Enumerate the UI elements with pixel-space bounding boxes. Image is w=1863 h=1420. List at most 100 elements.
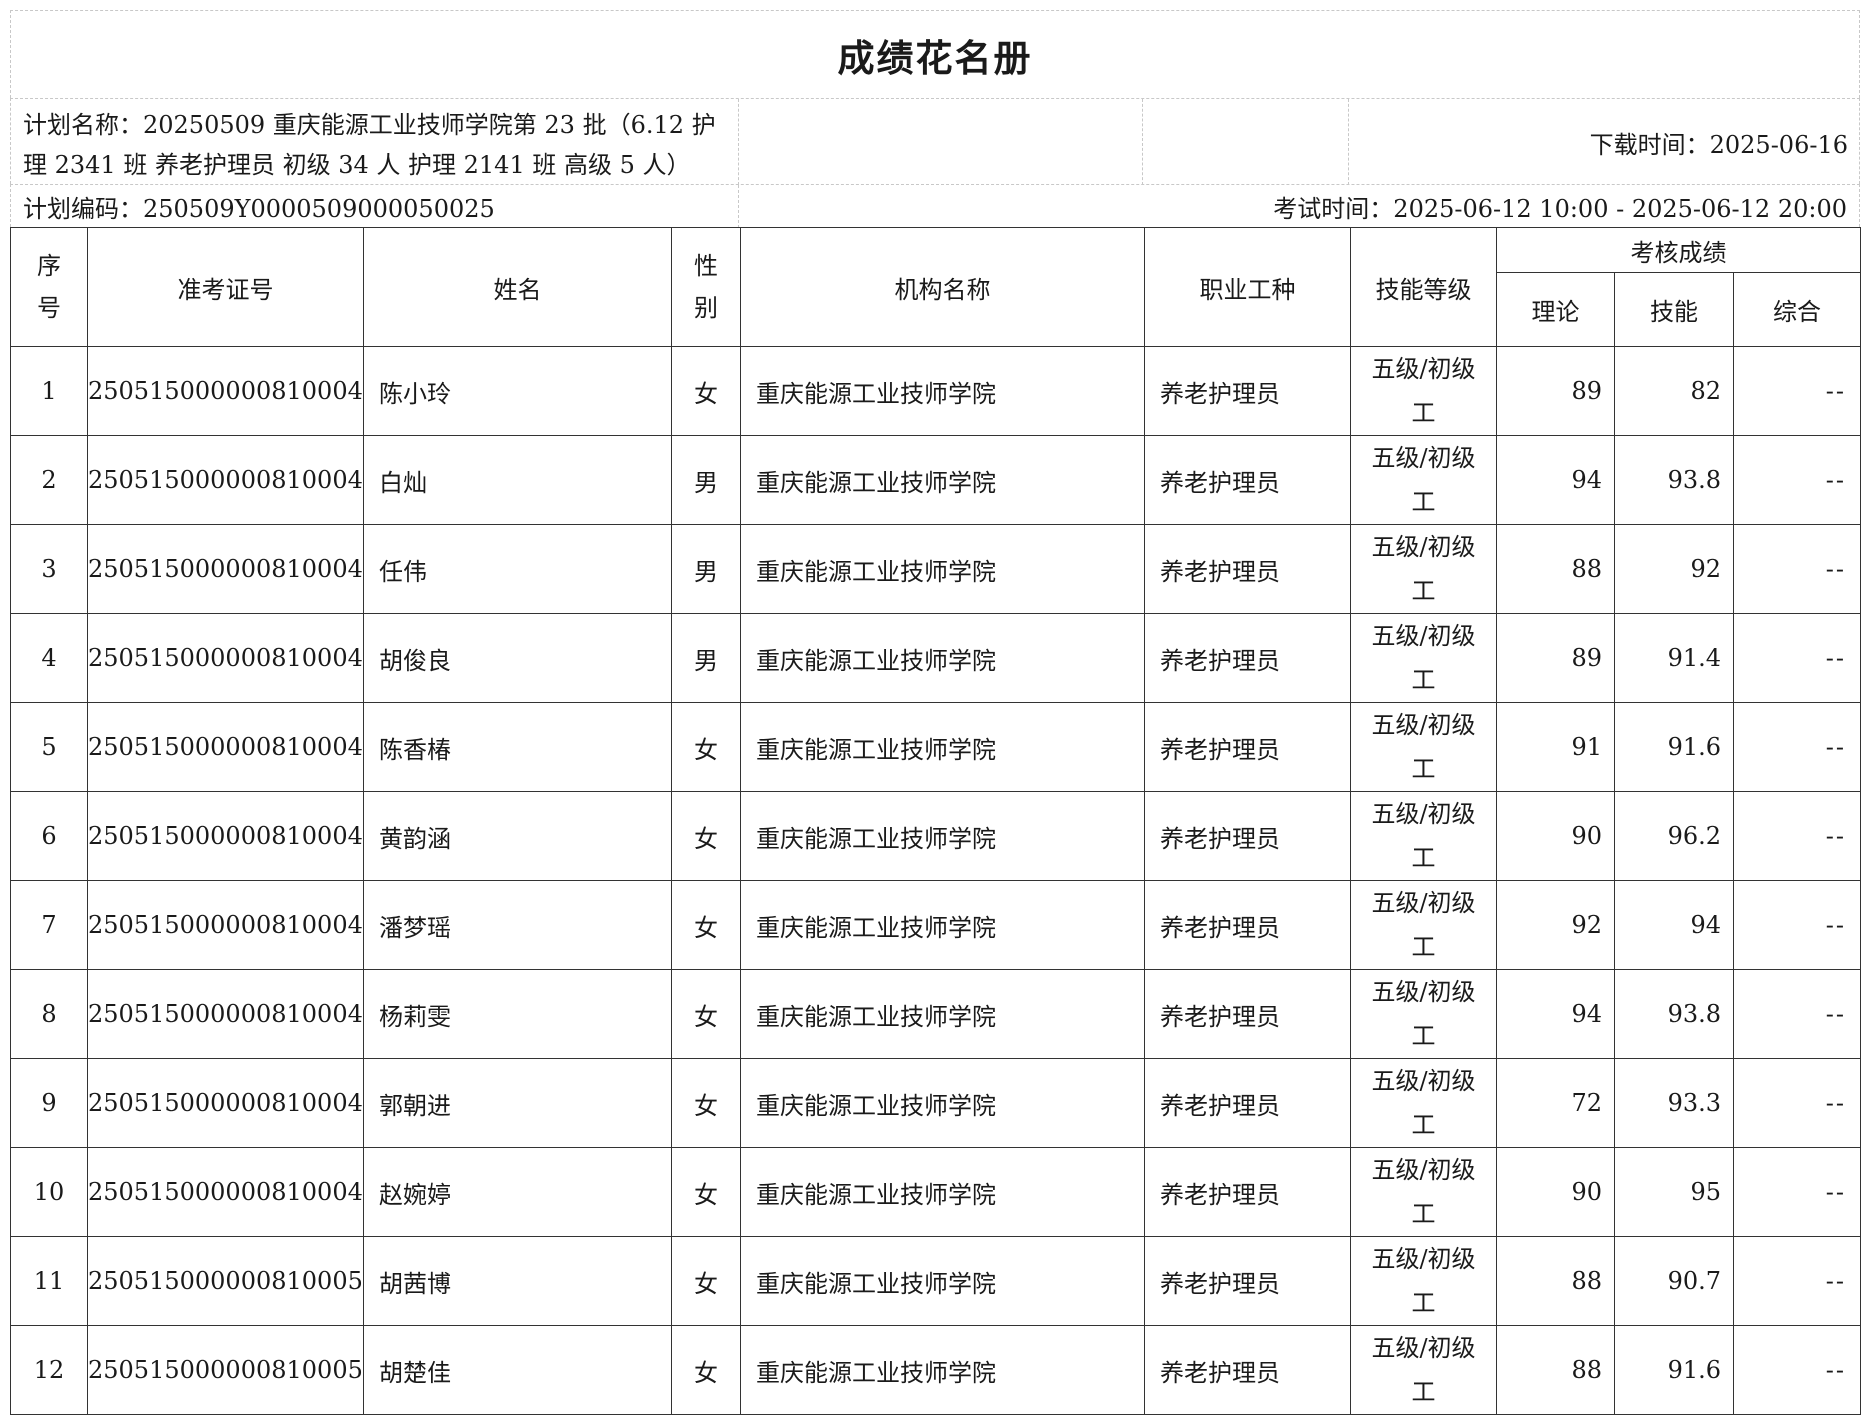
plan-code-row: 计划编码：250509Y0000509000050025 考试时间：2025-0… bbox=[10, 184, 1860, 228]
cell-occupation: 养老护理员 bbox=[1144, 969, 1351, 1059]
cell-gender: 女 bbox=[671, 1325, 741, 1415]
cell-theory: 88 bbox=[1496, 1236, 1615, 1326]
cell-ticket: 2505150000008100043 bbox=[87, 613, 364, 703]
cell-name: 黄韵涵 bbox=[363, 791, 672, 881]
cell-ticket: 2505150000008100044 bbox=[87, 702, 364, 792]
cell-name: 胡楚佳 bbox=[363, 1325, 672, 1415]
cell-occupation: 养老护理员 bbox=[1144, 613, 1351, 703]
cell-seq: 1 bbox=[10, 346, 88, 436]
cell-level: 五级/初级工 bbox=[1350, 880, 1497, 970]
empty-cell bbox=[1143, 99, 1349, 185]
cell-skill: 90.7 bbox=[1614, 1236, 1734, 1326]
cell-level: 五级/初级工 bbox=[1350, 702, 1497, 792]
header-name: 姓名 bbox=[363, 227, 672, 347]
cell-occupation: 养老护理员 bbox=[1144, 1236, 1351, 1326]
cell-org: 重庆能源工业技师学院 bbox=[740, 702, 1145, 792]
plan-info-row: 计划名称：20250509 重庆能源工业技师学院第 23 批（6.12 护理 2… bbox=[10, 98, 1860, 185]
cell-skill: 93.8 bbox=[1614, 969, 1734, 1059]
cell-gender: 女 bbox=[671, 346, 741, 436]
cell-gender: 女 bbox=[671, 969, 741, 1059]
table-row: 3 2505150000008100042 任伟男重庆能源工业技师学院 养老护理员 五级… bbox=[10, 524, 1862, 614]
header-seq-text: 序号 bbox=[37, 252, 61, 322]
cell-level: 五级/初级工 bbox=[1350, 1325, 1497, 1415]
cell-ticket: 2505150000008100045 bbox=[87, 791, 364, 881]
table-row: 12 2505150000008100051 胡楚佳女重庆能源工业技师学院 养老护理员… bbox=[10, 1325, 1862, 1415]
cell-level: 五级/初级工 bbox=[1350, 1058, 1497, 1148]
cell-gender: 女 bbox=[671, 1236, 741, 1326]
plan-code-text: 计划编码：250509Y0000509000050025 bbox=[23, 195, 495, 223]
cell-seq: 5 bbox=[10, 702, 88, 792]
cell-theory: 88 bbox=[1496, 524, 1615, 614]
table-row: 4 2505150000008100043 胡俊良男重庆能源工业技师学院 养老护理员五… bbox=[10, 613, 1862, 703]
cell-occupation: 养老护理员 bbox=[1144, 1147, 1351, 1237]
header-skill: 技能 bbox=[1614, 272, 1734, 347]
cell-seq: 11 bbox=[10, 1236, 88, 1326]
cell-seq: 9 bbox=[10, 1058, 88, 1148]
cell-occupation: 养老护理员 bbox=[1144, 702, 1351, 792]
cell-gender: 男 bbox=[671, 435, 741, 525]
title-row: 成绩花名册 bbox=[10, 10, 1860, 98]
cell-overall: -- bbox=[1732, 1236, 1862, 1326]
cell-level: 五级/初级工 bbox=[1350, 346, 1497, 436]
cell-org: 重庆能源工业技师学院 bbox=[740, 1058, 1145, 1148]
cell-seq: 7 bbox=[10, 880, 88, 970]
cell-seq: 10 bbox=[10, 1147, 88, 1237]
cell-skill: 96.2 bbox=[1614, 791, 1734, 881]
download-time: 下载时间：2025-06-16 bbox=[1349, 99, 1860, 185]
score-table: 序号 准考证号 姓名 性别 机构名称 职业工种 技能等级 考核成绩 理论 技能 … bbox=[10, 227, 1862, 1415]
cell-skill: 93.3 bbox=[1614, 1058, 1734, 1148]
cell-overall: -- bbox=[1732, 1147, 1862, 1237]
cell-skill: 82 bbox=[1614, 346, 1734, 436]
cell-overall: -- bbox=[1732, 1058, 1862, 1148]
cell-theory: 89 bbox=[1496, 613, 1615, 703]
cell-theory: 92 bbox=[1496, 880, 1615, 970]
header-ticket: 准考证号 bbox=[87, 227, 364, 347]
cell-name: 白灿 bbox=[363, 435, 672, 525]
download-time-text: 下载时间：2025-06-16 bbox=[1589, 130, 1848, 159]
header-theory: 理论 bbox=[1496, 272, 1615, 347]
cell-ticket: 2505150000008100051 bbox=[87, 1325, 364, 1415]
cell-occupation: 养老护理员 bbox=[1144, 435, 1351, 525]
cell-gender: 女 bbox=[671, 1058, 741, 1148]
cell-theory: 90 bbox=[1496, 791, 1615, 881]
cell-theory: 91 bbox=[1496, 702, 1615, 792]
table-row: 11 2505150000008100050 胡茜博女重庆能源工业技师学院 养老护理员… bbox=[10, 1236, 1862, 1326]
cell-overall: -- bbox=[1732, 969, 1862, 1059]
cell-overall: -- bbox=[1732, 702, 1862, 792]
cell-ticket: 2505150000008100047 bbox=[87, 969, 364, 1059]
cell-seq: 8 bbox=[10, 969, 88, 1059]
cell-name: 潘梦瑶 bbox=[363, 880, 672, 970]
cell-gender: 男 bbox=[671, 524, 741, 614]
cell-org: 重庆能源工业技师学院 bbox=[740, 1325, 1145, 1415]
header-org: 机构名称 bbox=[740, 227, 1145, 347]
table-row: 1 2505150000008100040 陈小玲女重庆能源工业技师学院 养老护理员五… bbox=[10, 346, 1862, 436]
cell-org: 重庆能源工业技师学院 bbox=[740, 346, 1145, 436]
cell-overall: -- bbox=[1732, 524, 1862, 614]
cell-seq: 6 bbox=[10, 791, 88, 881]
cell-level: 五级/初级工 bbox=[1350, 1236, 1497, 1326]
cell-org: 重庆能源工业技师学院 bbox=[740, 524, 1145, 614]
cell-skill: 92 bbox=[1614, 524, 1734, 614]
cell-gender: 女 bbox=[671, 1147, 741, 1237]
cell-occupation: 养老护理员 bbox=[1144, 1325, 1351, 1415]
cell-ticket: 2505150000008100041 bbox=[87, 435, 364, 525]
cell-skill: 91.6 bbox=[1614, 1325, 1734, 1415]
cell-org: 重庆能源工业技师学院 bbox=[740, 791, 1145, 881]
cell-theory: 89 bbox=[1496, 346, 1615, 436]
header-seq: 序号 bbox=[10, 227, 88, 347]
cell-org: 重庆能源工业技师学院 bbox=[740, 435, 1145, 525]
cell-skill: 91.6 bbox=[1614, 702, 1734, 792]
cell-theory: 94 bbox=[1496, 969, 1615, 1059]
cell-ticket: 2505150000008100048 bbox=[87, 1058, 364, 1148]
cell-level: 五级/初级工 bbox=[1350, 791, 1497, 881]
cell-level: 五级/初级工 bbox=[1350, 435, 1497, 525]
cell-ticket: 2505150000008100049 bbox=[87, 1147, 364, 1237]
cell-overall: -- bbox=[1732, 435, 1862, 525]
header-gender: 性别 bbox=[671, 227, 741, 347]
cell-name: 任伟 bbox=[363, 524, 672, 614]
cell-theory: 90 bbox=[1496, 1147, 1615, 1237]
cell-skill: 93.8 bbox=[1614, 435, 1734, 525]
cell-ticket: 2505150000008100046 bbox=[87, 880, 364, 970]
cell-ticket: 2505150000008100042 bbox=[87, 524, 364, 614]
cell-gender: 女 bbox=[671, 880, 741, 970]
